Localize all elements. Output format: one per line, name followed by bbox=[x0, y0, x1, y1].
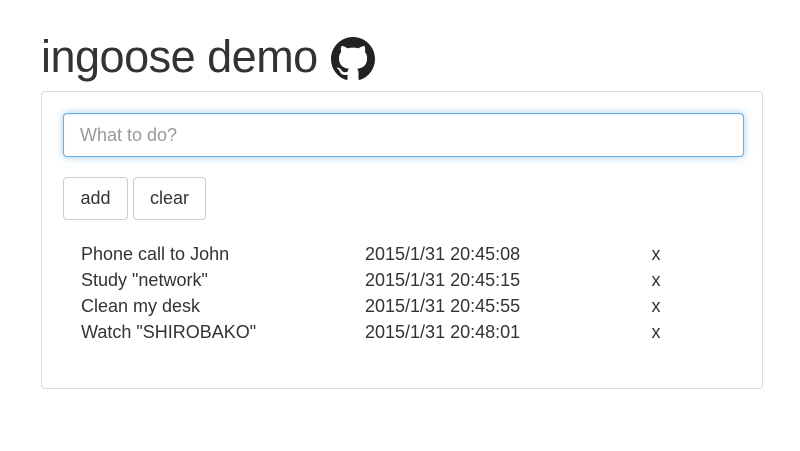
page: ingoose demo add clear Phone call to Joh… bbox=[0, 0, 800, 451]
remove-todo-button[interactable]: x bbox=[649, 267, 663, 293]
todo-timestamp: 2015/1/31 20:48:01 bbox=[365, 322, 521, 342]
todo-list: Phone call to John 2015/1/31 20:45:08 x … bbox=[81, 241, 721, 345]
todo-item: Study "network" 2015/1/31 20:45:15 x bbox=[81, 267, 721, 293]
remove-todo-button[interactable]: x bbox=[649, 293, 663, 319]
todo-timestamp: 2015/1/31 20:45:55 bbox=[365, 296, 521, 316]
todo-text: Clean my desk bbox=[81, 296, 201, 316]
clear-button[interactable]: clear bbox=[133, 177, 206, 220]
todo-text: Phone call to John bbox=[81, 244, 230, 264]
todo-item: Watch "SHIROBAKO" 2015/1/31 20:48:01 x bbox=[81, 319, 721, 345]
todo-timestamp: 2015/1/31 20:45:08 bbox=[365, 244, 521, 264]
todo-item: Clean my desk 2015/1/31 20:45:55 x bbox=[81, 293, 721, 319]
github-icon[interactable] bbox=[330, 37, 375, 81]
remove-todo-button[interactable]: x bbox=[649, 319, 663, 345]
todo-input[interactable] bbox=[63, 113, 744, 157]
todo-timestamp: 2015/1/31 20:45:15 bbox=[365, 270, 521, 290]
remove-todo-button[interactable]: x bbox=[649, 241, 663, 267]
title-row: ingoose demo bbox=[41, 24, 375, 88]
page-title: ingoose demo bbox=[41, 30, 318, 82]
add-button[interactable]: add bbox=[63, 177, 128, 220]
todo-text: Study "network" bbox=[81, 270, 208, 290]
todo-text: Watch "SHIROBAKO" bbox=[81, 322, 257, 342]
todo-item: Phone call to John 2015/1/31 20:45:08 x bbox=[81, 241, 721, 267]
todo-panel: add clear Phone call to John 2015/1/31 2… bbox=[41, 91, 763, 389]
